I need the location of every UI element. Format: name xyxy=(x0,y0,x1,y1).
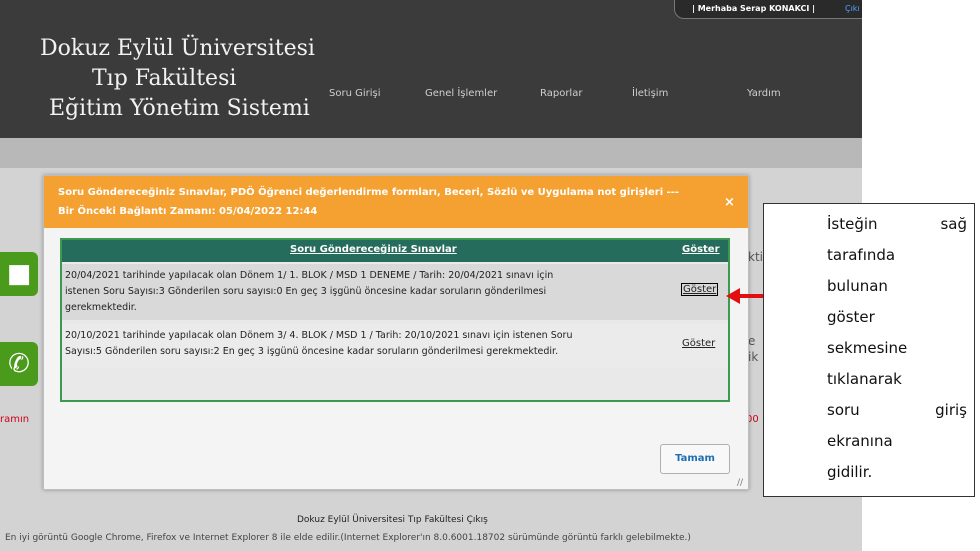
user-profile-icon[interactable]: ■ xyxy=(0,252,38,296)
last-connection-text: Bir Önceki Bağlantı Zamanı: 05/04/2022 1… xyxy=(58,206,318,217)
logout-link[interactable]: Çıkı xyxy=(845,4,860,13)
resize-grip-icon[interactable]: ∕∕ xyxy=(737,478,743,488)
annotation-callout: İsteğin sağ tarafında bulunan göster sek… xyxy=(763,203,975,497)
row-text-line: istenen Soru Sayısı:3 Gönderilen soru sa… xyxy=(65,286,547,297)
nav-raporlar[interactable]: Raporlar xyxy=(540,88,582,99)
header-band xyxy=(0,138,862,168)
exam-description: 20/04/2021 tarihinde yapılacak olan Döne… xyxy=(65,268,553,316)
ok-button[interactable]: Tamam xyxy=(660,444,730,474)
background-partial-text-1: kti xyxy=(748,250,763,264)
row-text-line: 20/04/2021 tarihinde yapılacak olan Döne… xyxy=(65,270,554,281)
callout-line: göster xyxy=(827,308,875,326)
callout-word: giriş xyxy=(935,401,967,419)
callout-word: sağ xyxy=(940,215,967,233)
exam-table-title[interactable]: Soru Göndereceğiniz Sınavlar xyxy=(290,244,457,255)
callout-line: gidilir. xyxy=(827,463,873,481)
callout-line: tıklanarak xyxy=(827,370,902,388)
close-icon[interactable]: × xyxy=(724,195,735,210)
background-partial-text-2: e xyxy=(748,334,756,348)
app-window: | Merhaba Serap KONAKCI | Çıkı Dokuz Eyl… xyxy=(0,0,862,551)
table-row: 20/04/2021 tarihinde yapılacak olan Döne… xyxy=(62,264,728,320)
exam-table-header: Soru Göndereceğiniz Sınavlar Göster xyxy=(62,240,728,262)
dialog-header-text: Soru Göndereceğiniz Sınavlar, PDÖ Öğrenc… xyxy=(58,187,680,198)
callout-word: soru xyxy=(827,401,860,419)
footer-title: Dokuz Eylül Üniversitesi Tıp Fakültesi Ç… xyxy=(297,515,488,525)
callout-line: sekmesine xyxy=(827,339,908,357)
nav-iletisim[interactable]: İletişim xyxy=(632,88,668,99)
user-greeting: | Merhaba Serap KONAKCI | xyxy=(692,4,816,13)
site-header: | Merhaba Serap KONAKCI | Çıkı Dokuz Eyl… xyxy=(0,0,862,138)
callout-line: ekranına xyxy=(827,432,893,450)
row-text-line: Sayısı:5 Gönderilen soru sayısı:2 En geç… xyxy=(65,346,559,357)
callout-line: bulunan xyxy=(827,277,888,295)
table-row: 20/10/2021 tarihinde yapılacak olan Döne… xyxy=(62,324,728,368)
callout-word: İsteğin xyxy=(827,215,878,233)
dialog-header: Soru Göndereceğiniz Sınavlar, PDÖ Öğrenc… xyxy=(44,176,748,228)
header-show-link[interactable]: Göster xyxy=(682,244,720,255)
site-title-line-1: Dokuz Eylül Üniversitesi xyxy=(40,36,315,61)
callout-line: tarafında xyxy=(827,246,896,264)
nav-soru-girisi[interactable]: Soru Girişi xyxy=(329,88,381,99)
show-button[interactable]: Göster xyxy=(682,338,715,349)
nav-yardim[interactable]: Yardım xyxy=(747,88,781,99)
phone-icon[interactable]: ✆ xyxy=(0,342,38,386)
show-button[interactable]: Göster xyxy=(681,283,719,296)
exam-description: 20/10/2021 tarihinde yapılacak olan Döne… xyxy=(65,328,572,360)
exam-dialog: Soru Göndereceğiniz Sınavlar, PDÖ Öğrenc… xyxy=(43,175,749,490)
nav-genel-islemler[interactable]: Genel İşlemler xyxy=(425,88,497,99)
row-text-line: 20/10/2021 tarihinde yapılacak olan Döne… xyxy=(65,330,573,341)
footer-browser-note: En iyi görüntü Google Chrome, Firefox ve… xyxy=(5,533,691,543)
exam-table: Soru Göndereceğiniz Sınavlar Göster 20/0… xyxy=(60,238,730,402)
row-text-line: gerekmektedir. xyxy=(65,302,137,313)
site-title-line-2: Tıp Fakültesi xyxy=(92,66,237,91)
site-title-line-3: Eğitim Yönetim Sistemi xyxy=(49,96,310,121)
callout-line: İsteğin sağ xyxy=(827,215,967,233)
background-red-text: ramın xyxy=(0,414,30,425)
callout-line: soru giriş xyxy=(827,401,967,419)
background-partial-text-3: ik xyxy=(748,350,759,364)
